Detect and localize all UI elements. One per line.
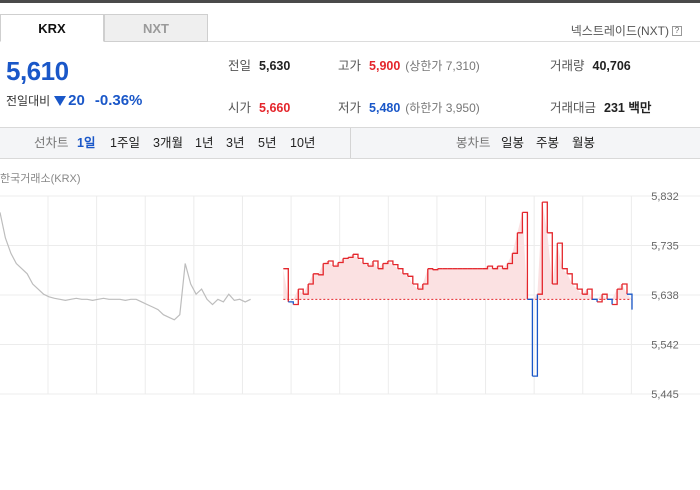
y-tick-label: 5,542 bbox=[651, 340, 679, 352]
series-line-pre-market bbox=[0, 212, 251, 321]
current-price: 5,610 bbox=[6, 56, 69, 86]
tab-krx[interactable]: KRX bbox=[0, 14, 104, 42]
y-tick-label: 5,445 bbox=[651, 389, 679, 401]
nextrade-link-label: 넥스트레이드(NXT) bbox=[570, 24, 669, 38]
period-selector: 선차트 1일 1주일 3개월 1년 3년 5년 10년 봉차트 일봉 주봉 월봉 bbox=[0, 127, 700, 159]
period-5y[interactable]: 5년 bbox=[258, 128, 276, 158]
stat-open: 시가 5,660 bbox=[228, 97, 290, 116]
series-segment bbox=[343, 257, 349, 260]
stat-value: 5,630 bbox=[259, 59, 291, 73]
stat-label: 거래량 bbox=[550, 59, 585, 73]
period-1w[interactable]: 1주일 bbox=[110, 128, 140, 158]
change-percent: -0.36% bbox=[94, 92, 143, 109]
stat-value: 40,706 bbox=[592, 59, 631, 73]
series-segment bbox=[592, 298, 598, 302]
stat-value: 5,480 bbox=[369, 101, 401, 115]
period-3y[interactable]: 3년 bbox=[226, 128, 244, 158]
period-1d[interactable]: 1일 bbox=[77, 128, 95, 158]
period-10y[interactable]: 10년 bbox=[290, 128, 315, 158]
stat-volume: 거래량 40,706 bbox=[550, 55, 631, 74]
top-border bbox=[0, 0, 700, 3]
stat-low: 저가 5,480 (하한가 3,950) bbox=[338, 97, 480, 116]
stat-label: 시가 bbox=[228, 101, 252, 115]
line-chart-label: 선차트 bbox=[34, 136, 69, 150]
series-area-up bbox=[283, 202, 632, 300]
period-3m[interactable]: 3개월 bbox=[153, 128, 183, 158]
help-icon[interactable]: ? bbox=[672, 25, 682, 36]
candle-chart-label: 봉차트 bbox=[456, 136, 491, 150]
y-tick-label: 5,638 bbox=[651, 290, 679, 302]
series-segment bbox=[607, 298, 613, 305]
tab-nxt[interactable]: NXT bbox=[104, 14, 208, 42]
nextrade-link[interactable]: 넥스트레이드(NXT) ? bbox=[571, 22, 682, 39]
down-arrow-icon bbox=[54, 95, 67, 106]
stat-label: 전일 bbox=[228, 59, 252, 73]
change-amount: 20 bbox=[68, 92, 85, 109]
stat-value: 5,660 bbox=[259, 101, 291, 115]
stat-label: 고가 bbox=[338, 59, 362, 73]
stat-value: 5,900 bbox=[369, 59, 401, 73]
candle-daily[interactable]: 일봉 bbox=[501, 128, 524, 158]
stat-trade-value: 거래대금 231 백만 bbox=[550, 97, 651, 116]
period-divider bbox=[350, 128, 351, 158]
change-label: 전일대비 bbox=[6, 94, 51, 108]
upper-limit: (상한가 7,310) bbox=[405, 59, 480, 73]
tab-divider bbox=[208, 41, 700, 42]
stat-prev-close: 전일 5,630 bbox=[228, 55, 290, 74]
stat-high: 고가 5,900 (상한가 7,310) bbox=[338, 55, 480, 74]
period-1y[interactable]: 1년 bbox=[195, 128, 213, 158]
series-segment bbox=[527, 298, 534, 377]
y-tick-label: 5,832 bbox=[651, 191, 679, 203]
series-segment bbox=[532, 294, 539, 377]
candle-weekly[interactable]: 주봉 bbox=[536, 128, 559, 158]
lower-limit: (하한가 3,950) bbox=[405, 101, 480, 115]
market-tabs: KRX NXT bbox=[0, 14, 208, 42]
candle-monthly[interactable]: 월봉 bbox=[572, 128, 595, 158]
y-tick-label: 5,735 bbox=[651, 241, 679, 253]
stat-label: 거래대금 bbox=[550, 101, 597, 115]
intraday-price-chart: 5,832 5,735 5,638 5,542 5,445 bbox=[0, 191, 700, 401]
stat-label: 저가 bbox=[338, 101, 362, 115]
stat-value: 231 백만 bbox=[604, 101, 652, 115]
price-change: 전일대비 20 -0.36% bbox=[6, 92, 142, 109]
